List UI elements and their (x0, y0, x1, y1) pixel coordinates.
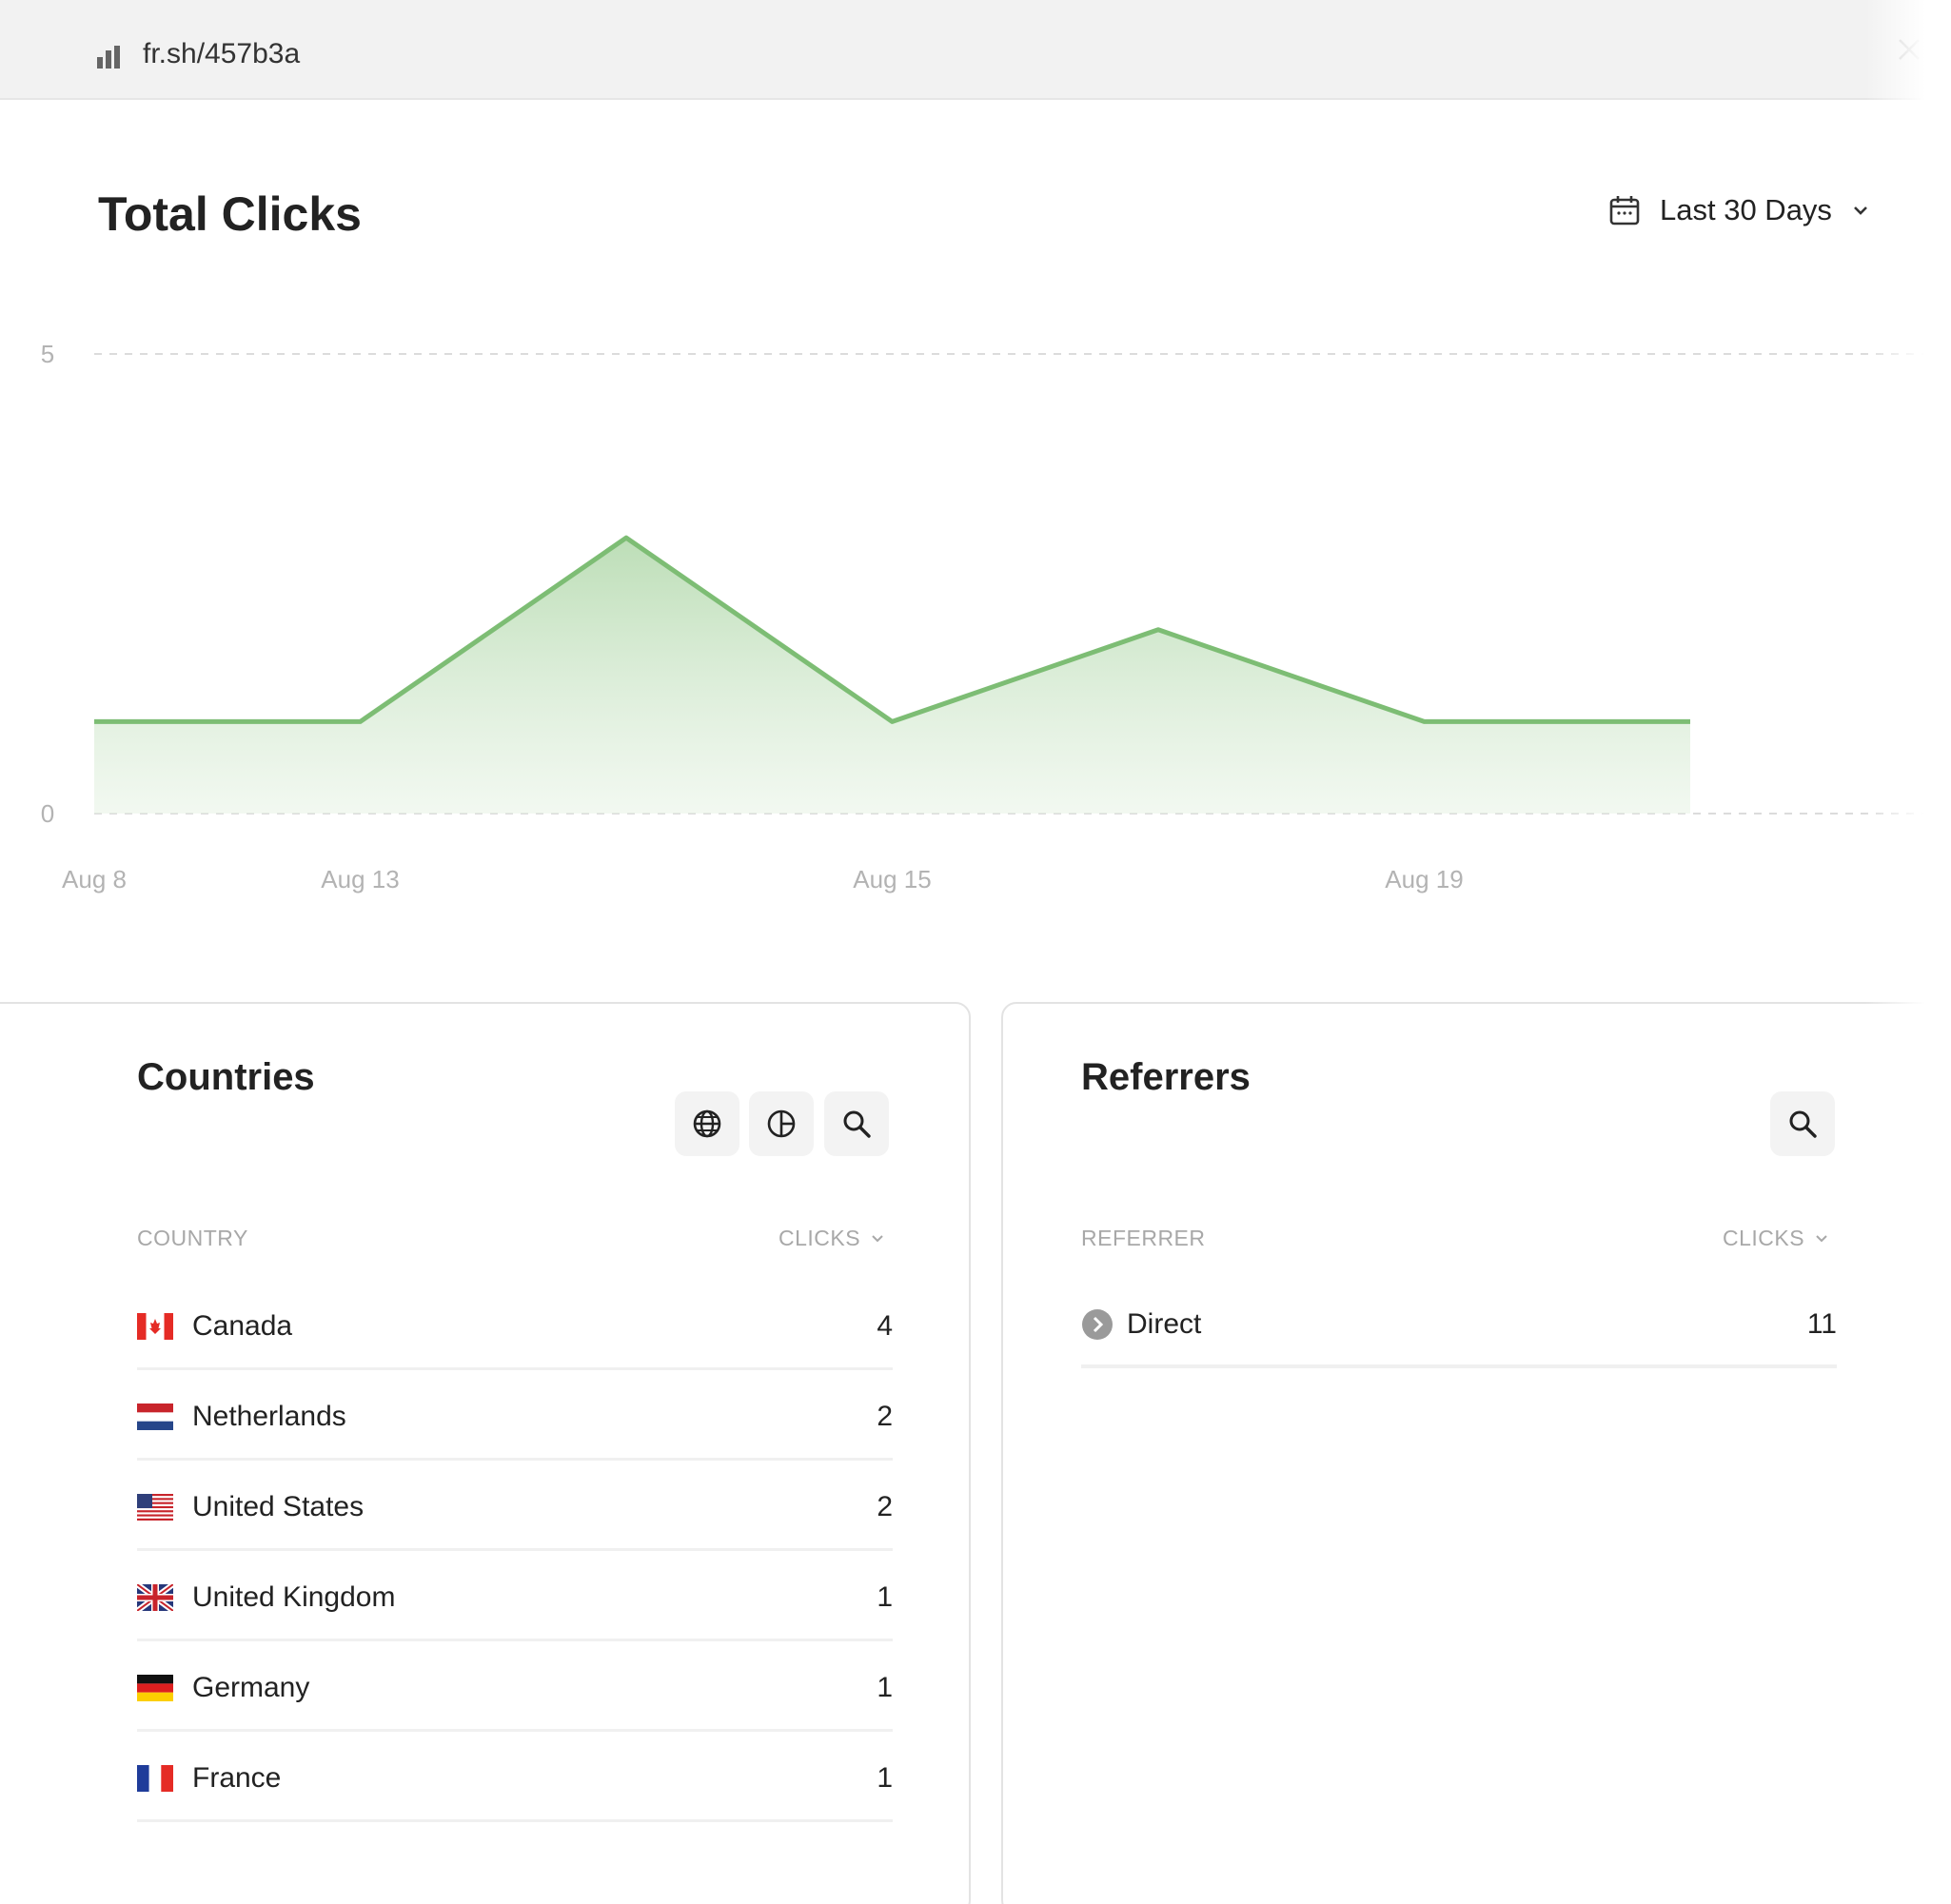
date-range-label: Last 30 Days (1660, 193, 1832, 226)
referrers-list: Direct 11 (1081, 1278, 1837, 1368)
date-range-dropdown[interactable]: Last 30 Days (1608, 186, 1870, 234)
united-kingdom-flag-icon (137, 1584, 173, 1611)
referrer-name: Direct (1127, 1308, 1202, 1340)
country-row-france[interactable]: France 1 (137, 1732, 893, 1822)
calendar-icon (1609, 196, 1640, 226)
country-row-netherlands[interactable]: Netherlands 2 (137, 1370, 893, 1461)
countries-title: Countries (137, 1056, 315, 1098)
chevron-down-icon (872, 1234, 883, 1242)
map-view-button[interactable] (675, 1091, 739, 1156)
referrer-clicks: 11 (1806, 1308, 1837, 1340)
search-icon (843, 1110, 871, 1138)
x-tick-label: Aug 15 (853, 865, 931, 893)
close-icon[interactable] (1896, 36, 1922, 63)
france-flag-icon (137, 1765, 173, 1792)
x-tick-label: Aug 19 (1385, 865, 1463, 893)
clicks-sort-header[interactable]: CLICKS (778, 1226, 885, 1251)
clicks-area (94, 538, 1690, 814)
referrers-title: Referrers (1081, 1056, 1251, 1098)
top-bar: fr.sh/457b3a (0, 0, 1951, 100)
bar-chart-icon (97, 46, 120, 69)
netherlands-flag-icon (137, 1403, 173, 1430)
germany-flag-icon (137, 1675, 173, 1701)
search-icon (1789, 1110, 1817, 1138)
pie-view-button[interactable] (749, 1091, 814, 1156)
country-clicks: 4 (877, 1310, 893, 1342)
canada-flag-icon (137, 1313, 173, 1340)
country-name: Germany (192, 1672, 310, 1703)
y-tick-label: 5 (41, 340, 54, 368)
country-name: United States (192, 1491, 365, 1522)
direct-icon (1082, 1309, 1113, 1340)
referrer-column-header: REFERRER (1081, 1226, 1206, 1250)
countries-search-button[interactable] (824, 1091, 889, 1156)
country-name: Netherlands (192, 1401, 346, 1432)
referrers-search-button[interactable] (1770, 1091, 1835, 1156)
country-row-germany[interactable]: Germany 1 (137, 1641, 893, 1732)
x-tick-label: Aug 8 (62, 865, 127, 893)
country-row-united-states[interactable]: United States 2 (137, 1461, 893, 1551)
y-tick-label: 0 (41, 799, 54, 828)
page-title: Total Clicks (98, 187, 362, 241)
pie-chart-icon (767, 1109, 796, 1138)
country-clicks: 2 (877, 1401, 893, 1432)
united-states-flag-icon (137, 1494, 173, 1521)
country-name: Canada (192, 1310, 293, 1342)
country-name: France (192, 1762, 282, 1794)
country-clicks: 2 (877, 1491, 893, 1522)
country-clicks: 1 (877, 1581, 893, 1613)
country-clicks: 1 (877, 1762, 893, 1794)
country-row-canada[interactable]: Canada 4 (137, 1280, 893, 1370)
x-tick-label: Aug 13 (321, 865, 399, 893)
total-clicks-chart: 5 0 Aug 8 Aug 13 Aug 15 Aug 19 (41, 340, 1932, 893)
country-column-header: COUNTRY (137, 1226, 248, 1250)
clicks-column-label: CLICKS (778, 1226, 861, 1250)
country-clicks: 1 (877, 1672, 893, 1703)
country-name: United Kingdom (192, 1581, 396, 1613)
clicks-line (94, 535, 1690, 724)
country-row-united-kingdom[interactable]: United Kingdom 1 (137, 1551, 893, 1641)
chevron-down-icon (1816, 1234, 1827, 1242)
globe-icon (693, 1109, 721, 1138)
clicks-column-label: CLICKS (1723, 1226, 1805, 1250)
short-link-url[interactable]: fr.sh/457b3a (143, 38, 300, 70)
chevron-down-icon (1854, 206, 1867, 215)
referrer-clicks-sort-header[interactable]: CLICKS (1723, 1226, 1829, 1251)
countries-list: Canada 4 Netherlands 2 United States 2 U… (137, 1280, 893, 1822)
referrer-row-direct[interactable]: Direct 11 (1081, 1278, 1837, 1368)
